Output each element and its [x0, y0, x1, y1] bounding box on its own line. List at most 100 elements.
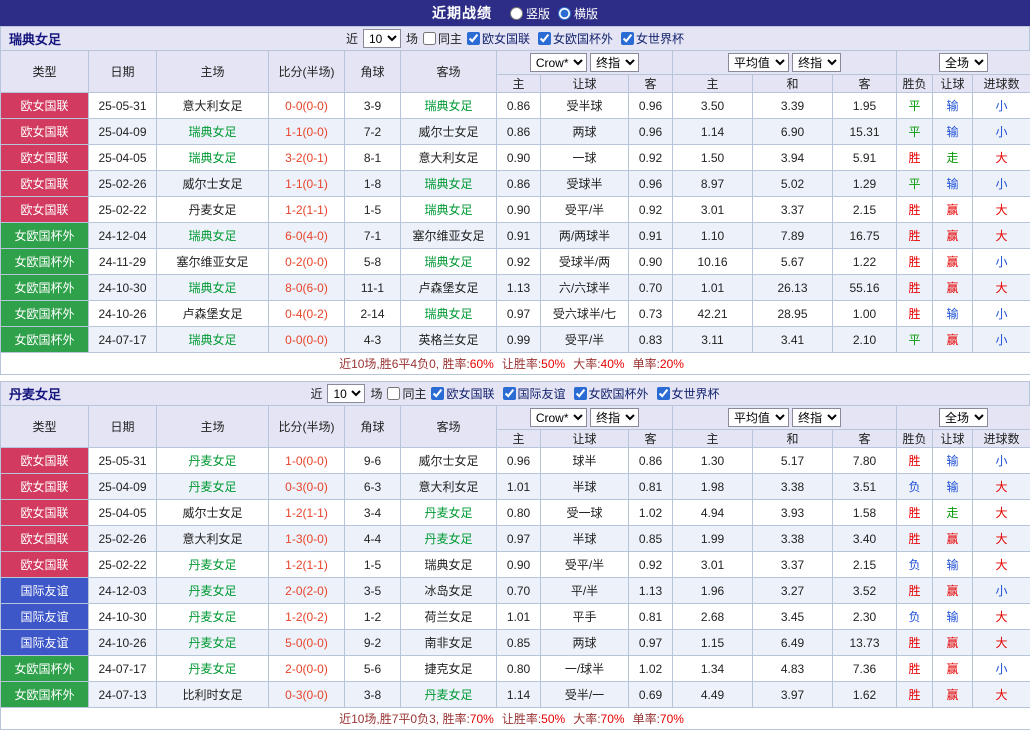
avg-draw: 3.93 — [753, 500, 833, 526]
avg-draw: 3.38 — [753, 474, 833, 500]
match-row: 女欧国杯外24-07-17瑞典女足0-0(0-0)4-3英格兰女足0.99受平/… — [1, 327, 1030, 353]
result-winloss: 负 — [897, 474, 933, 500]
match-row: 国际友谊24-12-03丹麦女足2-0(2-0)3-5冰岛女足0.70平/半1.… — [1, 578, 1030, 604]
avg-away: 2.15 — [833, 552, 897, 578]
avg-away: 1.58 — [833, 500, 897, 526]
league-filter[interactable]: 女欧国杯外 — [538, 30, 613, 47]
layout-radio-horizontal[interactable] — [558, 7, 571, 20]
away-team: 丹麦女足 — [401, 526, 497, 552]
odds-home: 0.80 — [497, 500, 541, 526]
league-filter[interactable]: 欧女国联 — [431, 385, 494, 402]
same-home-filter[interactable]: 同主 — [423, 30, 462, 47]
match-date: 24-11-29 — [89, 249, 157, 275]
avg-away: 7.80 — [833, 448, 897, 474]
handicap: 球半 — [541, 448, 629, 474]
result-winloss: 胜 — [897, 145, 933, 171]
match-date: 25-04-09 — [89, 474, 157, 500]
match-row: 欧女国联25-04-05瑞典女足3-2(0-1)8-1意大利女足0.90一球0.… — [1, 145, 1030, 171]
score: 0-4(0-2) — [269, 301, 345, 327]
result-handicap: 赢 — [933, 656, 973, 682]
league-filter-checkbox[interactable] — [621, 32, 634, 45]
match-date: 24-10-26 — [89, 301, 157, 327]
avg-away: 2.30 — [833, 604, 897, 630]
average-select[interactable]: 平均值 — [728, 53, 789, 72]
col-header-odds-home: 主 — [497, 430, 541, 448]
match-count-select[interactable]: 10 — [327, 384, 365, 403]
score: 1-3(0-0) — [269, 526, 345, 552]
avg-away: 5.91 — [833, 145, 897, 171]
match-row: 欧女国联25-02-22丹麦女足1-2(1-1)1-5瑞典女足0.90受平/半0… — [1, 197, 1030, 223]
team-name: 瑞典女足 — [9, 29, 61, 48]
league-filter[interactable]: 女欧国杯外 — [574, 385, 649, 402]
result-goals: 大 — [973, 604, 1030, 630]
match-count-select[interactable]: 10 — [363, 29, 401, 48]
col-header-away: 客场 — [401, 51, 497, 93]
league-filter-checkbox[interactable] — [431, 387, 444, 400]
league-filter[interactable]: 女世界杯 — [621, 30, 684, 47]
avg-draw: 3.97 — [753, 682, 833, 708]
average-select[interactable]: 平均值 — [728, 408, 789, 427]
same-home-checkbox[interactable] — [387, 387, 400, 400]
team-section: 丹麦女足 近 10 场 同主 欧女国联国际友谊女欧国杯外女世界杯 类型 日期 主… — [0, 381, 1030, 730]
odds-home: 1.01 — [497, 604, 541, 630]
result-handicap: 赢 — [933, 526, 973, 552]
odds-home: 0.70 — [497, 578, 541, 604]
home-team: 塞尔维亚女足 — [157, 249, 269, 275]
avg-away: 7.36 — [833, 656, 897, 682]
league-filter-checkbox[interactable] — [574, 387, 587, 400]
result-winloss: 平 — [897, 171, 933, 197]
league-filter-checkbox[interactable] — [657, 387, 670, 400]
league-filter[interactable]: 欧女国联 — [467, 30, 530, 47]
league-badge: 女欧国杯外 — [1, 249, 89, 275]
same-home-checkbox[interactable] — [423, 32, 436, 45]
col-header-avg-away: 客 — [833, 75, 897, 93]
odds-type-select[interactable]: 终指 — [590, 408, 639, 427]
layout-radio-vertical[interactable] — [510, 7, 523, 20]
avg-home: 1.01 — [673, 275, 753, 301]
corners: 8-1 — [345, 145, 401, 171]
corners: 4-4 — [345, 526, 401, 552]
full-match-select[interactable]: 全场 — [939, 408, 988, 427]
match-date: 25-02-22 — [89, 552, 157, 578]
full-match-select[interactable]: 全场 — [939, 53, 988, 72]
league-filter[interactable]: 女世界杯 — [657, 385, 720, 402]
odds-home: 0.92 — [497, 249, 541, 275]
away-team: 塞尔维亚女足 — [401, 223, 497, 249]
col-header-avg-home: 主 — [673, 75, 753, 93]
match-date: 24-12-03 — [89, 578, 157, 604]
col-header-avg-draw: 和 — [753, 430, 833, 448]
layout-option-horizontal[interactable]: 横版 — [558, 5, 598, 22]
handicap: 两球 — [541, 119, 629, 145]
col-header-score: 比分(半场) — [269, 406, 345, 448]
odds-home: 1.13 — [497, 275, 541, 301]
away-team: 威尔士女足 — [401, 119, 497, 145]
league-filter-checkbox[interactable] — [503, 387, 516, 400]
same-home-filter[interactable]: 同主 — [387, 385, 426, 402]
summary-stat-value: 70% — [660, 712, 684, 726]
avg-draw: 5.17 — [753, 448, 833, 474]
odds-away: 0.96 — [629, 171, 673, 197]
match-row: 国际友谊24-10-30丹麦女足1-2(0-2)1-2荷兰女足1.01平手0.8… — [1, 604, 1030, 630]
bookmaker-select[interactable]: Crow* — [530, 408, 587, 427]
league-filter-checkbox[interactable] — [538, 32, 551, 45]
layout-option-vertical[interactable]: 竖版 — [510, 5, 550, 22]
odds-home: 0.96 — [497, 448, 541, 474]
avg-odds-type-select[interactable]: 终指 — [792, 53, 841, 72]
filter-bar: 近 10 场 同主 欧女国联国际友谊女欧国杯外女世界杯 — [310, 384, 719, 403]
corners: 1-5 — [345, 552, 401, 578]
score: 2-0(0-0) — [269, 656, 345, 682]
league-filter-checkbox[interactable] — [467, 32, 480, 45]
league-badge: 女欧国杯外 — [1, 301, 89, 327]
avg-draw: 3.45 — [753, 604, 833, 630]
league-filter[interactable]: 国际友谊 — [503, 385, 566, 402]
away-team: 威尔士女足 — [401, 448, 497, 474]
odds-type-select[interactable]: 终指 — [590, 53, 639, 72]
avg-odds-type-select[interactable]: 终指 — [792, 408, 841, 427]
away-team: 瑞典女足 — [401, 197, 497, 223]
league-badge: 国际友谊 — [1, 604, 89, 630]
handicap: 半球 — [541, 474, 629, 500]
odds-home: 1.14 — [497, 682, 541, 708]
same-home-label: 同主 — [438, 30, 462, 47]
bookmaker-select[interactable]: Crow* — [530, 53, 587, 72]
avg-away: 1.62 — [833, 682, 897, 708]
